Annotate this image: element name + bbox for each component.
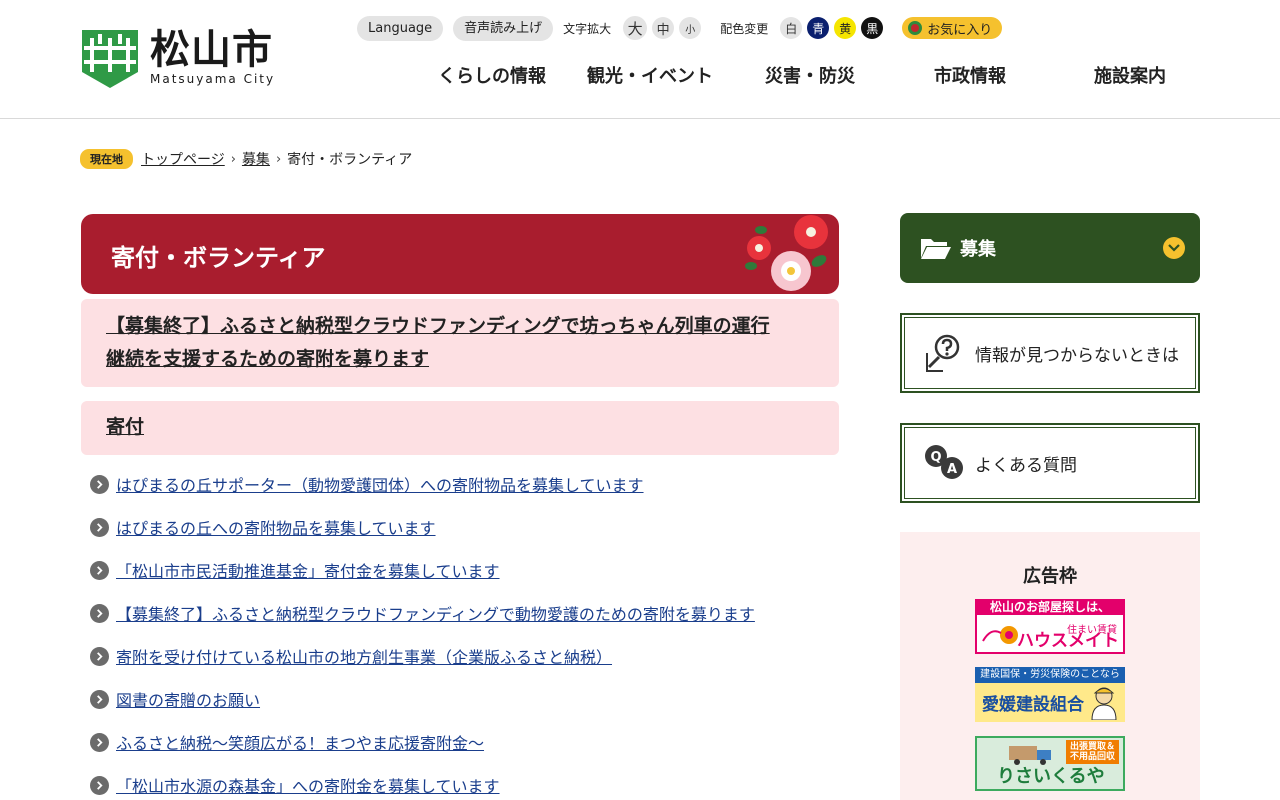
ad2-name: 愛媛建設組合 <box>982 695 1084 715</box>
page-title-band: 寄付・ボランティア <box>81 214 839 294</box>
read-aloud-button[interactable]: 音声読み上げ <box>453 15 554 41</box>
ad1-name: ハウスメイト <box>1017 631 1119 651</box>
camellia-icon <box>908 21 923 35</box>
link-happymaru-donation[interactable]: はぴまるの丘への寄附物品を募集しています <box>116 515 436 539</box>
link-crowdfunding-animal[interactable]: 【募集終了】ふるさと納税型クラウドファンディングで動物愛護のための寄附を募ります <box>116 601 755 625</box>
breadcrumb: 現在地 トップページ › 募集 › 寄付・ボランティア <box>80 149 412 169</box>
text-size-small-button[interactable]: 小 <box>679 17 702 39</box>
link-furusato-nozei[interactable]: ふるさと納税～笑顔広がる！まつやま応援寄附金～ <box>116 730 484 754</box>
featured-link-block: 【募集終了】ふるさと納税型クラウドファンディングで坊っちゃん列車の運行 継続を支… <box>81 299 839 387</box>
logo-subtitle: Matsuyama City <box>150 72 276 86</box>
ad3-name: りさいくるや <box>997 766 1105 787</box>
site-logo[interactable]: 松山市 Matsuyama City <box>80 28 275 90</box>
list-item: 【募集終了】ふるさと納税型クラウドファンディングで動物愛護のための寄附を募ります <box>90 601 755 625</box>
color-blue-button[interactable]: 青 <box>807 17 830 39</box>
ad-panel-title: 広告枠 <box>1023 566 1077 587</box>
logo-title: 松山市 <box>150 27 273 73</box>
nav-facilities[interactable]: 施設案内 <box>1094 62 1166 88</box>
favorites-label: お気に入り <box>927 22 993 38</box>
color-black-button[interactable]: 黒 <box>861 17 884 39</box>
list-item: はぴまるの丘サポーター（動物愛護団体）への寄附物品を募集しています <box>90 472 644 496</box>
link-happymaru-supporter[interactable]: はぴまるの丘サポーター（動物愛護団体）への寄附物品を募集しています <box>116 472 644 496</box>
site-header: 松山市 Matsuyama City Language 音声読み上げ 文字拡大 … <box>0 0 1280 119</box>
ad-panel: 広告枠 松山のお部屋探しは、 住まい賃貸 ハウスメイト 建設国保・労災保険のこと… <box>900 532 1200 800</box>
arrow-right-icon <box>90 517 109 537</box>
ad-banner-risaikuruya[interactable]: 出張買取＆ 不用品回収 りさいくるや <box>975 736 1125 791</box>
featured-link-line2[interactable]: 継続を支援するための寄附を募ります <box>106 343 429 376</box>
ad2-top-text: 建設国保・労災保険のことなら <box>975 667 1125 683</box>
qa-bubbles-icon: Q A <box>925 445 963 479</box>
faq-button[interactable]: Q A よくある質問 <box>900 423 1200 503</box>
arrow-right-icon <box>90 732 109 752</box>
link-civic-fund[interactable]: 「松山市市民活動推進基金」寄付金を募集しています <box>116 558 500 582</box>
arrow-right-icon <box>90 603 109 623</box>
text-size-large-button[interactable]: 大 <box>623 16 648 40</box>
sidebar-menu-recruit[interactable]: 募集 <box>900 213 1200 283</box>
section-heading-donation[interactable]: 寄付 <box>106 411 144 444</box>
city-emblem-icon <box>82 30 138 88</box>
link-book-donation[interactable]: 図書の寄贈のお願い <box>116 687 260 711</box>
list-item: 「松山市水源の森基金」への寄附金を募集しています <box>90 773 500 797</box>
language-button[interactable]: Language <box>357 15 444 41</box>
list-item: ふるさと納税～笑顔広がる！まつやま応援寄附金～ <box>90 730 484 754</box>
ad1-top-text: 松山のお部屋探しは、 <box>975 599 1125 615</box>
chevron-right-icon: › <box>275 151 282 167</box>
featured-link-line1[interactable]: 【募集終了】ふるさと納税型クラウドファンディングで坊っちゃん列車の運行 <box>106 310 770 343</box>
help-not-found-label: 情報が見つからないときは <box>975 345 1179 366</box>
arrow-right-icon <box>90 474 109 494</box>
ad3-tag: 出張買取＆ 不用品回収 <box>1065 740 1119 764</box>
svg-text:Q: Q <box>930 450 941 465</box>
nav-disaster-prevention[interactable]: 災害・防災 <box>765 62 855 88</box>
nav-city-admin[interactable]: 市政情報 <box>934 62 1006 88</box>
nav-tourism-events[interactable]: 観光・イベント <box>587 62 713 88</box>
list-item: 「松山市市民活動推進基金」寄付金を募集しています <box>90 558 500 582</box>
question-document-icon <box>926 334 960 372</box>
worker-mascot-icon <box>1091 687 1117 720</box>
current-location-badge: 現在地 <box>80 149 133 169</box>
chevron-right-icon: › <box>230 151 236 167</box>
global-nav: くらしの情報 観光・イベント 災害・防災 市政情報 施設案内 <box>400 62 1220 92</box>
text-size-medium-button[interactable]: 中 <box>652 17 675 39</box>
link-water-forest-fund[interactable]: 「松山市水源の森基金」への寄附金を募集しています <box>116 773 500 797</box>
sidebar-menu-label: 募集 <box>960 239 996 260</box>
help-not-found-button[interactable]: 情報が見つからないときは <box>900 313 1200 393</box>
page-title: 寄付・ボランティア <box>111 244 326 272</box>
list-item: はぴまるの丘への寄附物品を募集しています <box>90 515 436 539</box>
breadcrumb-current: 寄付・ボランティア <box>287 152 413 168</box>
section-heading-block: 寄付 <box>81 401 839 455</box>
text-size-label: 文字拡大 <box>563 21 612 36</box>
ad-banner-housemate[interactable]: 松山のお部屋探しは、 住まい賃貸 ハウスメイト <box>975 599 1125 654</box>
svg-text:A: A <box>947 462 957 477</box>
arrow-right-icon <box>90 689 109 709</box>
ad3-tag-line2: 不用品回収 <box>1069 752 1115 762</box>
favorites-button[interactable]: お気に入り <box>902 17 1003 39</box>
arrow-right-icon <box>90 646 109 666</box>
breadcrumb-recruit[interactable]: 募集 <box>242 149 270 169</box>
link-regional-revitalization[interactable]: 寄附を受け付けている松山市の地方創生事業（企業版ふるさと納税） <box>116 644 612 668</box>
faq-label: よくある質問 <box>975 455 1077 476</box>
list-item: 図書の寄贈のお願い <box>90 687 260 711</box>
camellia-decoration-icon <box>745 215 828 291</box>
color-change-label: 配色変更 <box>720 21 769 36</box>
chevron-down-icon[interactable] <box>1163 237 1185 259</box>
utility-bar: Language 音声読み上げ 文字拡大 大 中 小 配色変更 白 青 黄 黒 … <box>357 15 1003 41</box>
breadcrumb-top[interactable]: トップページ <box>141 149 225 169</box>
list-item: 寄附を受け付けている松山市の地方創生事業（企業版ふるさと納税） <box>90 644 612 668</box>
color-yellow-button[interactable]: 黄 <box>834 17 857 39</box>
ad-banner-ehime-kensetsu[interactable]: 建設国保・労災保険のことなら 愛媛建設組合 <box>975 667 1125 722</box>
ad3-tag-line1: 出張買取＆ <box>1069 742 1115 752</box>
color-white-button[interactable]: 白 <box>780 17 803 39</box>
arrow-right-icon <box>90 560 109 580</box>
folder-icon <box>921 239 951 259</box>
nav-living-info[interactable]: くらしの情報 <box>438 62 546 88</box>
arrow-right-icon <box>90 775 109 795</box>
